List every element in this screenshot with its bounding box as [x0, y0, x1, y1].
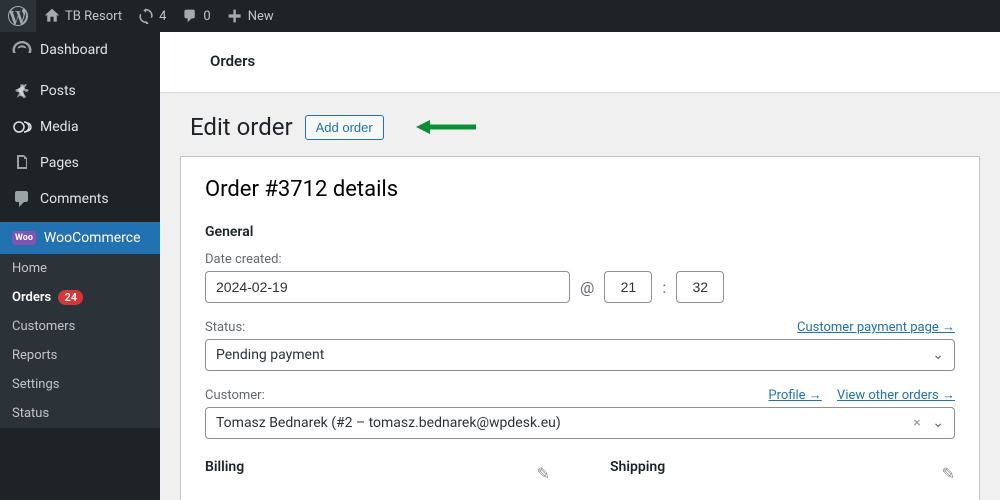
updates-count: 4 — [159, 9, 166, 24]
clear-customer-icon[interactable]: × — [913, 415, 920, 431]
billing-title: Billing — [205, 459, 244, 475]
sidebar-item-comments[interactable]: Comments — [0, 181, 160, 217]
orders-count-badge: 24 — [58, 290, 83, 305]
comment-icon — [182, 8, 198, 24]
page-title: Edit order — [190, 113, 293, 141]
wordpress-icon — [8, 6, 28, 26]
admin-sidebar: Dashboard Posts Media Pages Comments Woo… — [0, 32, 160, 500]
woo-icon: Woo — [12, 231, 36, 245]
view-orders-link[interactable]: View other orders → — [837, 388, 955, 403]
new-label: New — [248, 9, 274, 24]
at-symbol: @ — [576, 278, 598, 297]
general-section-title: General — [205, 224, 955, 240]
submenu-status[interactable]: Status — [0, 399, 160, 428]
pages-icon — [12, 153, 32, 173]
status-label: Status: — [205, 320, 245, 335]
site-name: TB Resort — [65, 9, 122, 24]
edit-billing-icon[interactable]: ✎ — [537, 464, 550, 483]
date-input[interactable] — [205, 271, 570, 303]
admin-toolbar: TB Resort 4 0 New — [0, 0, 1000, 32]
customer-select[interactable]: Tomasz Bednarek (#2 – tomasz.bednarek@wp… — [205, 407, 955, 439]
home-icon — [44, 8, 60, 24]
pin-icon — [12, 81, 32, 101]
sidebar-item-media[interactable]: Media — [0, 109, 160, 145]
submenu-reports[interactable]: Reports — [0, 341, 160, 370]
date-label: Date created: — [205, 252, 955, 267]
chevron-down-icon: ⌄ — [932, 347, 944, 363]
submenu-orders[interactable]: Orders 24 — [0, 283, 160, 312]
order-details-panel: Order #3712 details General Date created… — [180, 156, 980, 500]
payment-page-link[interactable]: Customer payment page → — [797, 320, 955, 335]
shipping-title: Shipping — [610, 459, 665, 475]
annotation-arrow — [416, 117, 486, 137]
dashboard-icon — [12, 40, 32, 60]
sidebar-item-posts[interactable]: Posts — [0, 73, 160, 109]
comments-link[interactable]: 0 — [174, 0, 218, 32]
time-colon: : — [658, 278, 670, 297]
edit-shipping-icon[interactable]: ✎ — [942, 464, 955, 483]
site-name-link[interactable]: TB Resort — [36, 0, 130, 32]
updates-link[interactable]: 4 — [130, 0, 174, 32]
chevron-down-icon: ⌄ — [932, 415, 944, 431]
sidebar-item-dashboard[interactable]: Dashboard — [0, 32, 160, 68]
add-order-button[interactable]: Add order — [305, 115, 384, 140]
breadcrumb: Orders — [160, 32, 1000, 93]
media-icon — [12, 117, 32, 137]
submenu-home[interactable]: Home — [0, 254, 160, 283]
woocommerce-submenu: Home Orders 24 Customers Reports Setting… — [0, 254, 160, 428]
comments-icon — [12, 189, 32, 209]
update-icon — [138, 8, 154, 24]
customer-label: Customer: — [205, 388, 265, 403]
minute-input[interactable] — [676, 271, 724, 303]
comments-count: 0 — [203, 9, 210, 24]
panel-title: Order #3712 details — [205, 177, 955, 202]
new-content-link[interactable]: New — [219, 0, 282, 32]
sidebar-item-pages[interactable]: Pages — [0, 145, 160, 181]
plus-icon — [227, 8, 243, 24]
page-header: Edit order Add order — [160, 93, 1000, 156]
submenu-customers[interactable]: Customers — [0, 312, 160, 341]
submenu-settings[interactable]: Settings — [0, 370, 160, 399]
hour-input[interactable] — [604, 271, 652, 303]
main-content: Orders Edit order Add order Order #3712 … — [160, 32, 1000, 500]
sidebar-item-woocommerce[interactable]: Woo WooCommerce — [0, 222, 160, 254]
wp-logo[interactable] — [0, 0, 36, 32]
status-select[interactable]: Pending payment ⌄ — [205, 339, 955, 371]
profile-link[interactable]: Profile → — [768, 388, 821, 403]
